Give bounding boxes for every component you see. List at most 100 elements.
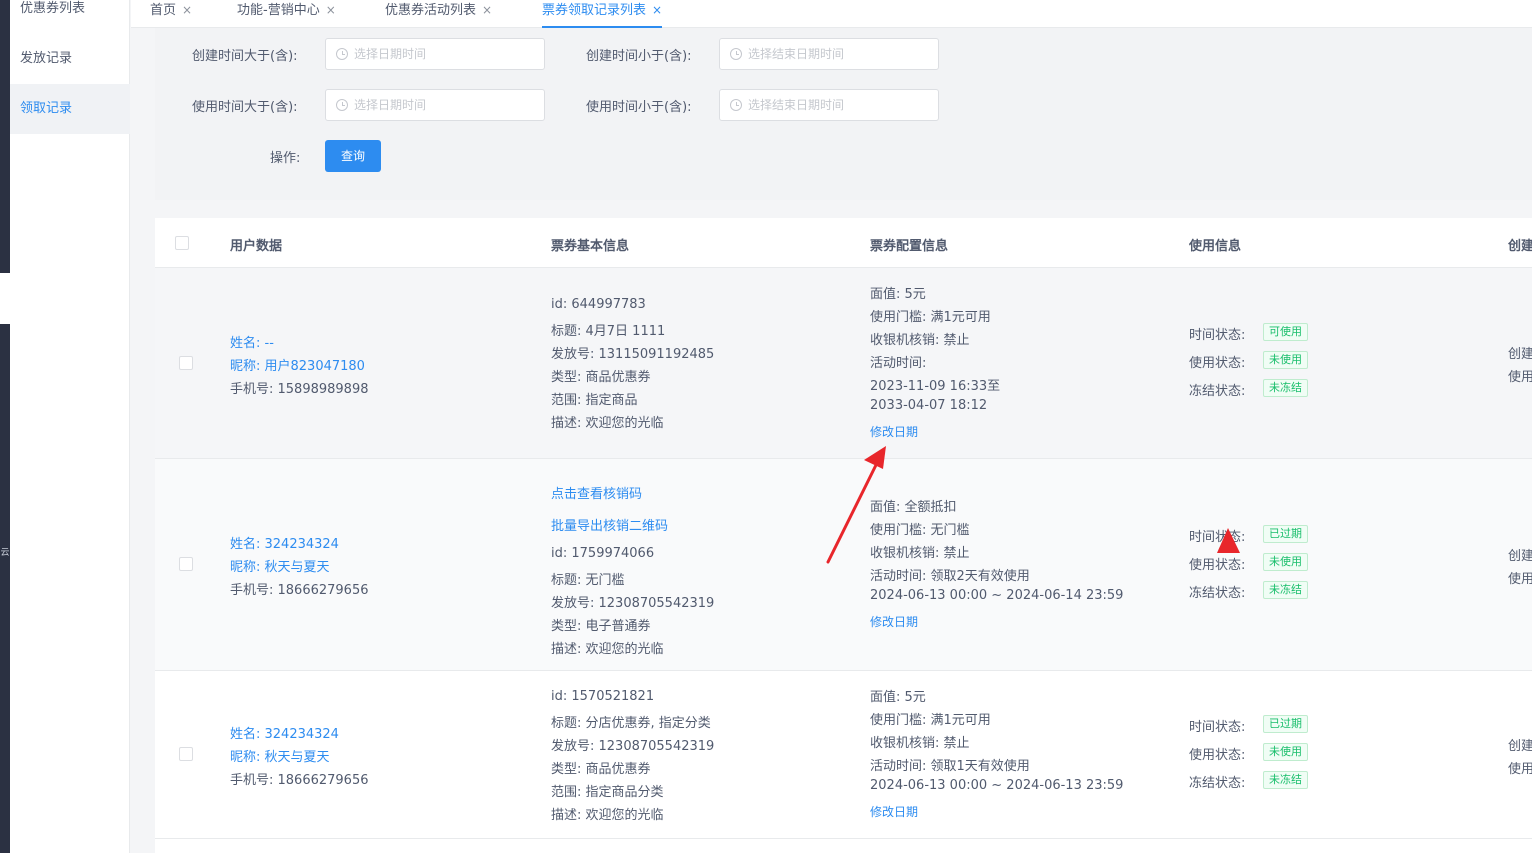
edit-date-link[interactable]: 修改日期 <box>870 423 918 440</box>
nav-strip-glyph: 云 <box>0 548 10 558</box>
coupon-type: 类型: 电子普通券 <box>551 619 651 634</box>
sidebar-item-issue-records[interactable]: 发放记录 <box>10 34 130 84</box>
collapsed-nav-strip: 云 <box>0 0 10 853</box>
config-time-range: 2024-06-13 00:00 ~ 2024-06-13 23:59 <box>870 778 1124 793</box>
use-info: 使用 <box>1508 762 1532 777</box>
edit-date-link[interactable]: 修改日期 <box>870 613 918 630</box>
coupon-scope: 范围: 指定商品 <box>551 393 638 408</box>
user-phone: 手机号: 18666279656 <box>230 583 369 598</box>
use-status-badge: 未使用 <box>1263 553 1308 571</box>
usage-use-status-label: 使用状态: <box>1189 558 1246 573</box>
coupon-id: id: 644997783 <box>551 297 646 312</box>
config-time-start: 2023-11-09 16:33至 <box>870 379 1001 394</box>
config-activity-time: 活动时间: <box>870 356 927 371</box>
create-time-lte-input[interactable]: 选择结束日期时间 <box>719 38 939 70</box>
tab-marketing-center[interactable]: 功能-营销中心 × <box>237 0 336 28</box>
row-checkbox[interactable] <box>179 557 193 571</box>
create-time-gte-label: 创建时间大于(含): <box>192 49 298 64</box>
clock-icon <box>730 99 742 111</box>
coupon-desc: 描述: 欢迎您的光临 <box>551 642 664 657</box>
coupon-title: 标题: 4月7日 1111 <box>551 324 666 339</box>
user-nickname[interactable]: 昵称: 秋天与夏天 <box>230 556 330 575</box>
close-icon[interactable]: × <box>182 3 192 17</box>
config-activity-time: 活动时间: 领取2天有效使用 <box>870 569 1030 584</box>
clock-icon <box>336 48 348 60</box>
use-time-gte-input[interactable]: 选择日期时间 <box>325 89 545 121</box>
config-time-range: 2024-06-13 00:00 ~ 2024-06-14 23:59 <box>870 588 1124 603</box>
sidebar-item-claim-records[interactable]: 领取记录 <box>10 84 130 134</box>
close-icon[interactable]: × <box>326 3 336 17</box>
user-name[interactable]: 姓名: -- <box>230 332 274 351</box>
time-status-badge: 可使用 <box>1263 323 1308 341</box>
table-row: 姓名: 324234324 昵称: 秋天与夏天 手机号: 18666279656… <box>155 671 1532 839</box>
use-time-gte-label: 使用时间大于(含): <box>192 100 298 115</box>
close-icon[interactable]: × <box>652 3 662 17</box>
config-face-value: 面值: 5元 <box>870 690 926 705</box>
coupon-desc: 描述: 欢迎您的光临 <box>551 416 664 431</box>
export-qrcode-link[interactable]: 批量导出核销二维码 <box>551 515 668 534</box>
create-info: 创建 <box>1508 549 1532 564</box>
coupon-issue-no: 发放号: 12308705542319 <box>551 739 715 754</box>
view-verify-code-link[interactable]: 点击查看核销码 <box>551 483 642 502</box>
time-status-badge: 已过期 <box>1263 525 1308 543</box>
freeze-status-badge: 未冻结 <box>1263 379 1308 397</box>
edit-date-link[interactable]: 修改日期 <box>870 803 918 820</box>
time-status-badge: 已过期 <box>1263 715 1308 733</box>
coupon-scope: 范围: 指定商品分类 <box>551 785 664 800</box>
config-face-value: 面值: 全额抵扣 <box>870 500 957 515</box>
clock-icon <box>336 99 348 111</box>
usage-time-status-label: 时间状态: <box>1189 720 1246 735</box>
row-checkbox[interactable] <box>179 747 193 761</box>
table-row: 姓名: 324234324 昵称: 秋天与夏天 手机号: 18666279656… <box>155 459 1532 671</box>
create-info: 创建 <box>1508 739 1532 754</box>
freeze-status-badge: 未冻结 <box>1263 771 1308 789</box>
use-status-badge: 未使用 <box>1263 743 1308 761</box>
tab-coupon-claim-records[interactable]: 票券领取记录列表 × <box>542 0 663 28</box>
usage-freeze-status-label: 冻结状态: <box>1189 586 1246 601</box>
use-info: 使用 <box>1508 572 1532 587</box>
coupon-id: id: 1570521821 <box>551 689 655 704</box>
config-cashier-verify: 收银机核销: 禁止 <box>870 333 970 348</box>
use-info: 使用 <box>1508 370 1532 385</box>
coupon-type: 类型: 商品优惠券 <box>551 370 651 385</box>
create-info: 创建 <box>1508 347 1532 362</box>
nav-strip-gap <box>0 273 10 324</box>
usage-use-status-label: 使用状态: <box>1189 356 1246 371</box>
config-threshold: 使用门槛: 满1元可用 <box>870 310 991 325</box>
table-row: 姓名: -- 昵称: 用户823047180 手机号: 15898989898 … <box>155 268 1532 459</box>
config-time-end: 2033-04-07 18:12 <box>870 398 988 413</box>
row-checkbox[interactable] <box>179 356 193 370</box>
tab-bar: 首页 × 功能-营销中心 × 优惠券活动列表 × 票券领取记录列表 × <box>131 0 1532 28</box>
claim-records-table: 用户数据 票券基本信息 票券配置信息 使用信息 创建 姓名: -- 昵称: 用户… <box>155 218 1532 853</box>
usage-use-status-label: 使用状态: <box>1189 748 1246 763</box>
header-create: 创建 <box>1508 239 1532 254</box>
use-time-lte-input[interactable]: 选择结束日期时间 <box>719 89 939 121</box>
select-all-checkbox[interactable] <box>175 236 189 250</box>
user-name[interactable]: 姓名: 324234324 <box>230 723 339 742</box>
config-activity-time: 活动时间: 领取1天有效使用 <box>870 759 1030 774</box>
usage-freeze-status-label: 冻结状态: <box>1189 776 1246 791</box>
sidebar-item-coupon-list[interactable]: 优惠券列表 <box>10 0 130 34</box>
freeze-status-badge: 未冻结 <box>1263 581 1308 599</box>
header-usage-info: 使用信息 <box>1189 239 1242 254</box>
query-button[interactable]: 查询 <box>325 140 381 172</box>
tab-home[interactable]: 首页 × <box>150 0 192 28</box>
tab-coupon-activity-list[interactable]: 优惠券活动列表 × <box>385 0 492 28</box>
header-coupon-config: 票券配置信息 <box>870 239 949 254</box>
usage-freeze-status-label: 冻结状态: <box>1189 384 1246 399</box>
create-time-gte-input[interactable]: 选择日期时间 <box>325 38 545 70</box>
use-status-badge: 未使用 <box>1263 351 1308 369</box>
config-cashier-verify: 收银机核销: 禁止 <box>870 736 970 751</box>
config-threshold: 使用门槛: 无门槛 <box>870 523 970 538</box>
clock-icon <box>730 48 742 60</box>
user-nickname[interactable]: 昵称: 用户823047180 <box>230 355 365 374</box>
create-time-lte-label: 创建时间小于(含): <box>586 49 692 64</box>
user-phone: 手机号: 18666279656 <box>230 773 369 788</box>
config-threshold: 使用门槛: 满1元可用 <box>870 713 991 728</box>
user-nickname[interactable]: 昵称: 秋天与夏天 <box>230 746 330 765</box>
table-header: 用户数据 票券基本信息 票券配置信息 使用信息 创建 <box>155 218 1532 268</box>
user-name[interactable]: 姓名: 324234324 <box>230 533 339 552</box>
coupon-title: 标题: 分店优惠券, 指定分类 <box>551 716 711 731</box>
coupon-issue-no: 发放号: 13115091192485 <box>551 347 715 362</box>
close-icon[interactable]: × <box>482 3 492 17</box>
